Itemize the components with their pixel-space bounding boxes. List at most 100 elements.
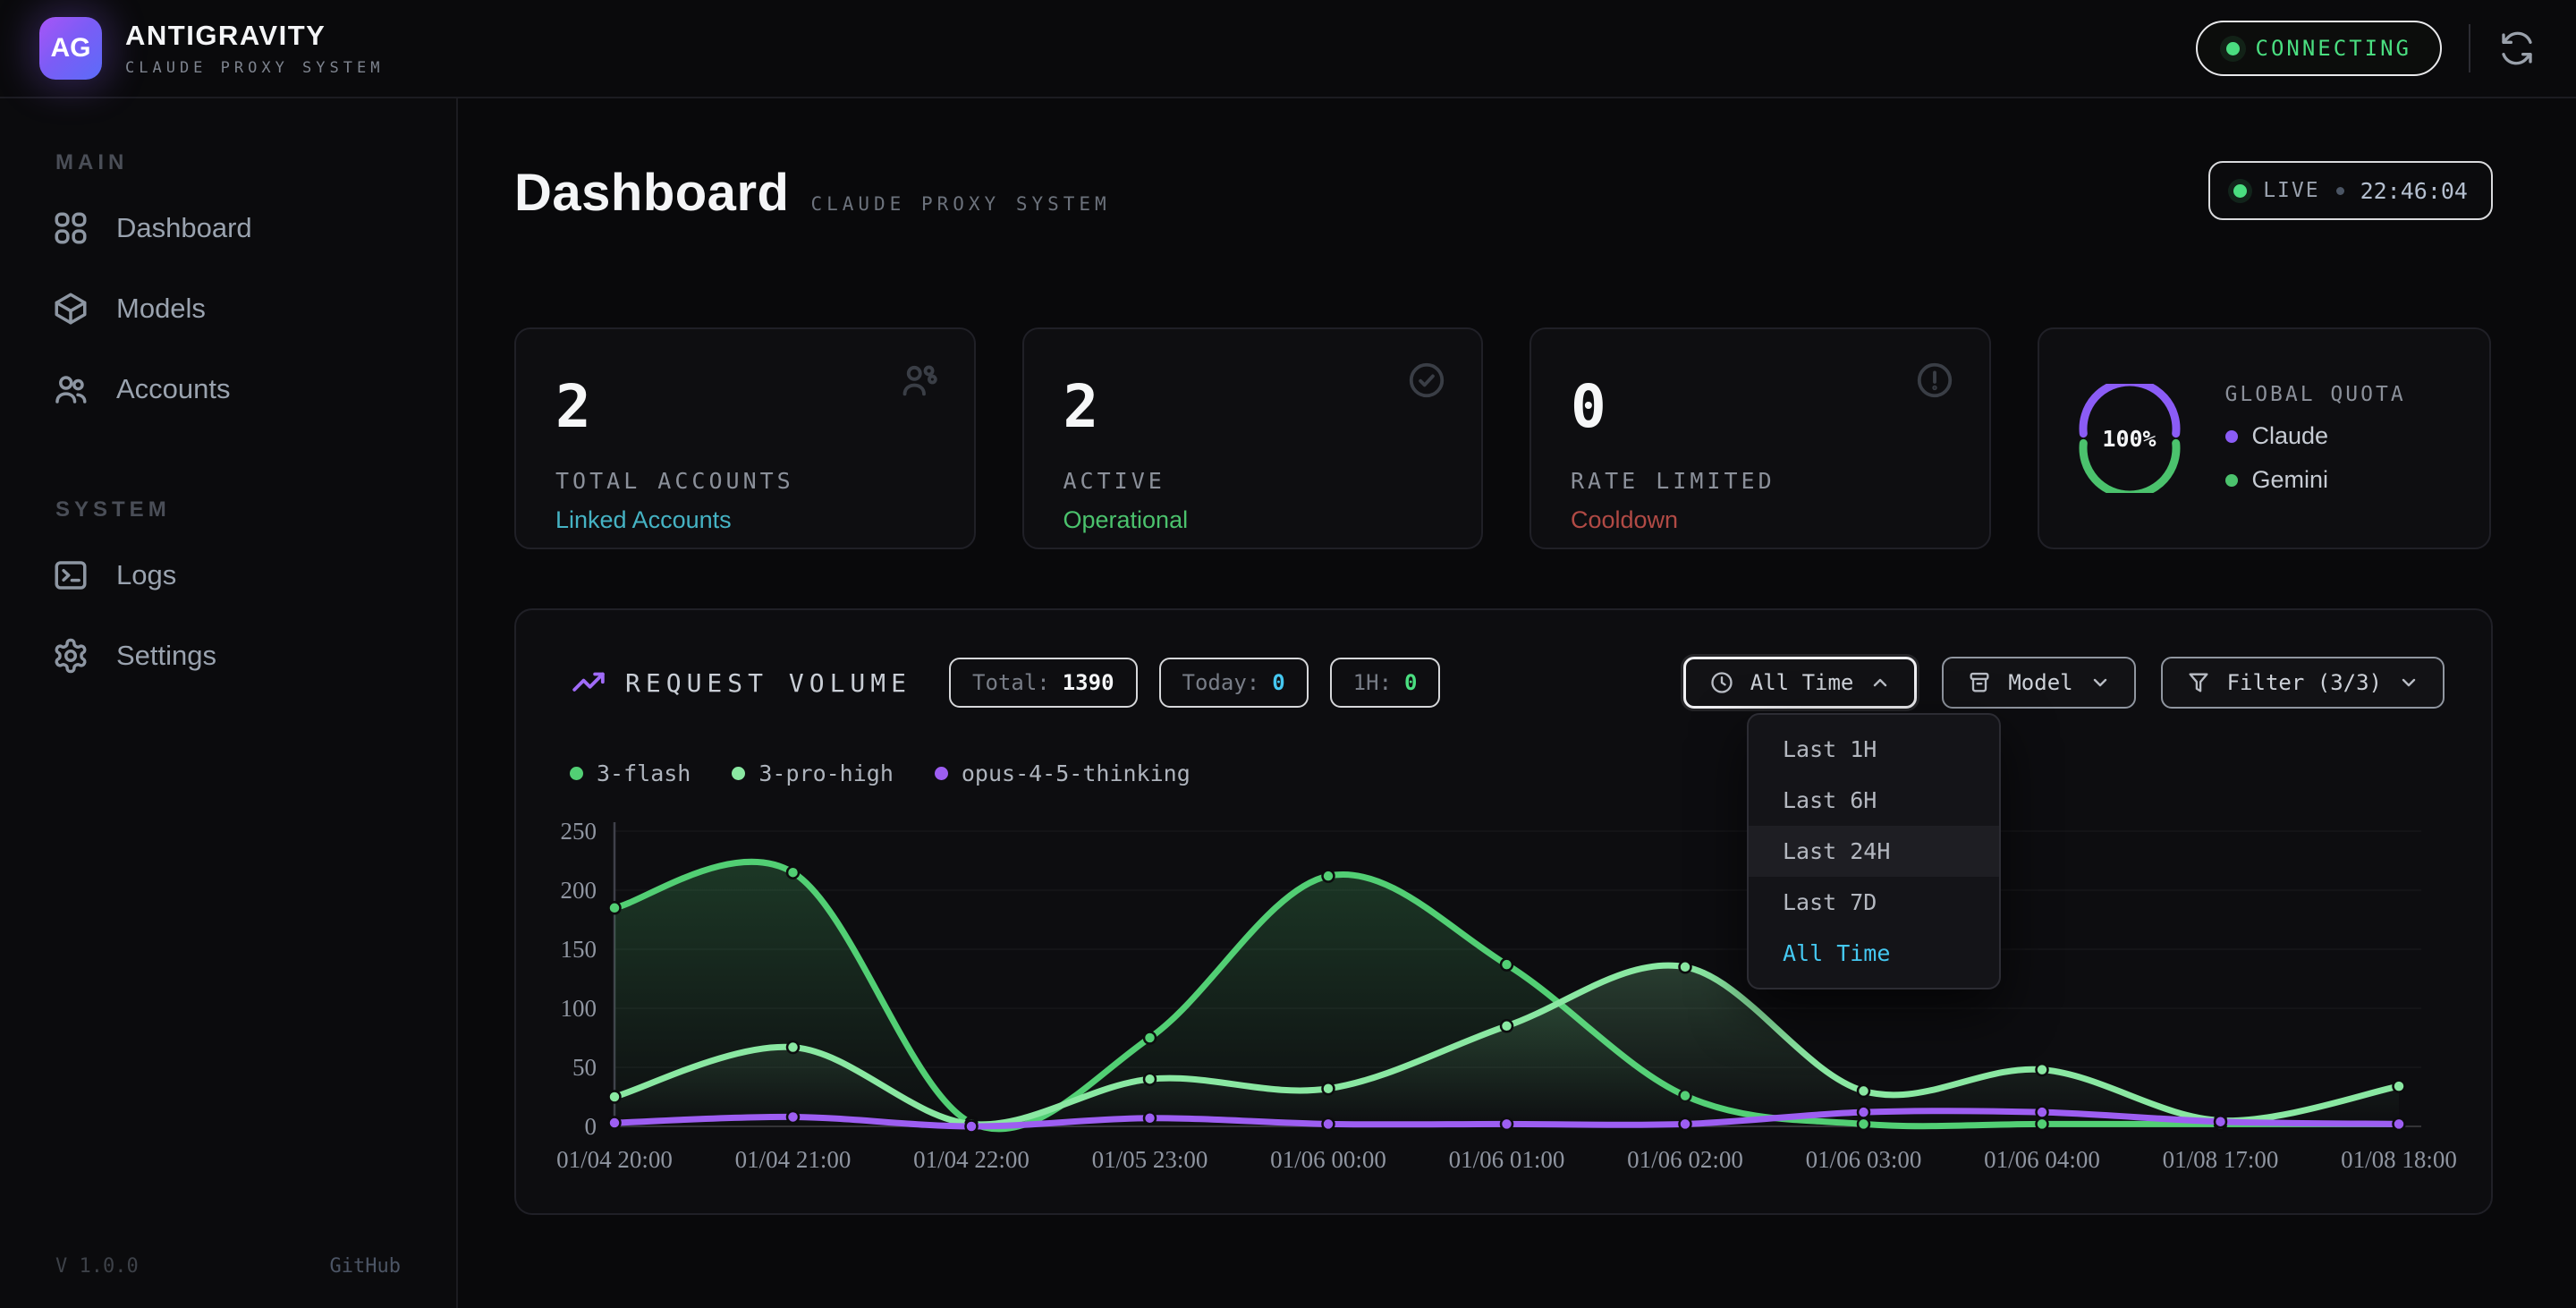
- claude-dot-icon: [2225, 430, 2238, 443]
- dropdown-item-last-1h[interactable]: Last 1H: [1749, 724, 1999, 775]
- page-subtitle: CLAUDE PROXY SYSTEM: [810, 193, 1110, 215]
- dropdown-item-last-6h[interactable]: Last 6H: [1749, 775, 1999, 826]
- app-version: V 1.0.0: [55, 1255, 139, 1278]
- logo-text: AG: [51, 33, 91, 64]
- archive-box-icon: [1967, 670, 1992, 695]
- brand: ANTIGRAVITY CLAUDE PROXY SYSTEM: [125, 20, 384, 77]
- live-status-badge: LIVE 22:46:04: [2208, 161, 2493, 220]
- svg-text:01/06 01:00: 01/06 01:00: [1449, 1146, 1565, 1173]
- svg-text:01/06 04:00: 01/06 04:00: [1984, 1146, 2100, 1173]
- time-range-dropdown: Last 1H Last 6H Last 24H Last 7D All Tim…: [1747, 713, 2001, 989]
- svg-text:0: 0: [585, 1113, 597, 1140]
- live-label: LIVE: [2263, 179, 2319, 202]
- model-filter-button[interactable]: Model: [1942, 657, 2135, 709]
- users-icon: [52, 370, 89, 408]
- card-global-quota: 100% GLOBAL QUOTA Claude Gemini: [2038, 327, 2492, 549]
- stat-sublabel: Cooldown: [1571, 506, 1950, 534]
- time-range-button[interactable]: All Time: [1683, 657, 1918, 709]
- users-icon: [899, 360, 940, 401]
- stat-cards-row: 2 TOTAL ACCOUNTS Linked Accounts 2 ACTIV…: [514, 327, 2491, 549]
- chevron-down-icon: [2089, 672, 2111, 693]
- dropdown-item-last-24h[interactable]: Last 24H: [1749, 826, 1999, 877]
- filter-button[interactable]: Filter (3/3): [2161, 657, 2445, 709]
- sidebar-item-models[interactable]: Models: [0, 268, 456, 349]
- trending-up-icon: [572, 666, 606, 700]
- card-rate-limited: 0 RATE LIMITED Cooldown: [1530, 327, 1991, 549]
- sidebar-item-label: Settings: [116, 640, 216, 672]
- total-pill: Total: 1390: [949, 658, 1138, 708]
- dropdown-item-all-time[interactable]: All Time: [1749, 928, 1999, 979]
- chevron-down-icon: [2398, 672, 2419, 693]
- svg-text:01/04 21:00: 01/04 21:00: [735, 1146, 852, 1173]
- refresh-icon[interactable]: [2497, 29, 2537, 68]
- quota-percent: 100%: [2075, 384, 2184, 493]
- topbar-divider: [2469, 24, 2470, 72]
- chevron-up-icon: [1869, 672, 1891, 693]
- stat-sublabel: Operational: [1063, 506, 1443, 534]
- sidebar-item-logs[interactable]: Logs: [0, 535, 456, 616]
- series-dot-icon: [935, 767, 948, 780]
- stat-label: TOTAL ACCOUNTS: [555, 468, 935, 494]
- status-dot-icon: [2226, 42, 2240, 55]
- sidebar-item-dashboard[interactable]: Dashboard: [0, 188, 456, 268]
- gemini-dot-icon: [2225, 474, 2238, 487]
- svg-text:50: 50: [572, 1054, 597, 1081]
- alert-circle-icon: [1914, 360, 1955, 401]
- gear-icon: [52, 637, 89, 675]
- quota-legend-gemini: Gemini: [2225, 466, 2406, 494]
- clock-icon: [1709, 670, 1734, 695]
- sidebar-item-label: Logs: [116, 559, 176, 591]
- today-value: 0: [1272, 670, 1284, 695]
- stat-pills: Total: 1390 Today: 0 1H: 0: [949, 658, 1440, 708]
- quota-ring: 100%: [2075, 384, 2184, 493]
- check-circle-icon: [1406, 360, 1447, 401]
- page-title: Dashboard: [514, 163, 789, 223]
- time-range-label: All Time: [1750, 670, 1854, 695]
- one-hour-value: 0: [1404, 670, 1417, 695]
- topbar: AG ANTIGRAVITY CLAUDE PROXY SYSTEM CONNE…: [0, 0, 2576, 98]
- main-content: Dashboard CLAUDE PROXY SYSTEM LIVE 22:46…: [458, 98, 2576, 1308]
- model-button-label: Model: [2008, 670, 2072, 695]
- github-link[interactable]: GitHub: [330, 1255, 401, 1278]
- sidebar-section-system: SYSTEM: [55, 497, 456, 522]
- svg-text:01/06 02:00: 01/06 02:00: [1627, 1146, 1743, 1173]
- stat-label: RATE LIMITED: [1571, 468, 1950, 494]
- svg-text:01/04 22:00: 01/04 22:00: [913, 1146, 1030, 1173]
- one-hour-pill: 1H: 0: [1330, 658, 1441, 708]
- separator-dot-icon: [2336, 187, 2344, 195]
- stat-value: 2: [555, 372, 935, 441]
- legend-item: 3-flash: [570, 760, 691, 786]
- svg-text:01/06 03:00: 01/06 03:00: [1806, 1146, 1922, 1173]
- request-volume-chart: 05010015020025001/04 20:0001/04 21:0001/…: [534, 811, 2475, 1196]
- panel-title: REQUEST VOLUME: [625, 668, 911, 698]
- series-dot-icon: [570, 767, 583, 780]
- request-volume-panel: REQUEST VOLUME Total: 1390 Today: 0 1H: …: [514, 608, 2493, 1215]
- sidebar-item-label: Models: [116, 293, 206, 325]
- filter-button-label: Filter (3/3): [2227, 670, 2382, 695]
- legend-item: opus-4-5-thinking: [935, 760, 1191, 786]
- terminal-icon: [52, 556, 89, 594]
- app-logo: AG: [39, 17, 102, 80]
- stat-value: 0: [1571, 372, 1950, 441]
- app-subtitle: CLAUDE PROXY SYSTEM: [125, 59, 384, 77]
- quota-label: GLOBAL QUOTA: [2225, 383, 2406, 406]
- stat-value: 2: [1063, 372, 1443, 441]
- svg-text:01/08 17:00: 01/08 17:00: [2163, 1146, 2279, 1173]
- today-pill: Today: 0: [1159, 658, 1309, 708]
- sidebar-item-accounts[interactable]: Accounts: [0, 349, 456, 429]
- sidebar: MAIN Dashboard Models Accounts SYSTEM: [0, 98, 458, 1308]
- total-value: 1390: [1063, 670, 1114, 695]
- live-dot-icon: [2233, 184, 2247, 198]
- svg-text:01/05 23:00: 01/05 23:00: [1092, 1146, 1208, 1173]
- stat-label: ACTIVE: [1063, 468, 1443, 494]
- chart-legend: 3-flash 3-pro-high opus-4-5-thinking: [570, 760, 1191, 786]
- quota-legend-claude: Claude: [2225, 422, 2406, 450]
- connection-status-badge: CONNECTING: [2196, 21, 2443, 76]
- sidebar-item-label: Accounts: [116, 373, 231, 405]
- svg-text:01/06 00:00: 01/06 00:00: [1270, 1146, 1386, 1173]
- svg-text:250: 250: [561, 818, 597, 845]
- series-dot-icon: [732, 767, 745, 780]
- card-active: 2 ACTIVE Operational: [1022, 327, 1484, 549]
- dropdown-item-last-7d[interactable]: Last 7D: [1749, 877, 1999, 928]
- sidebar-item-settings[interactable]: Settings: [0, 616, 456, 696]
